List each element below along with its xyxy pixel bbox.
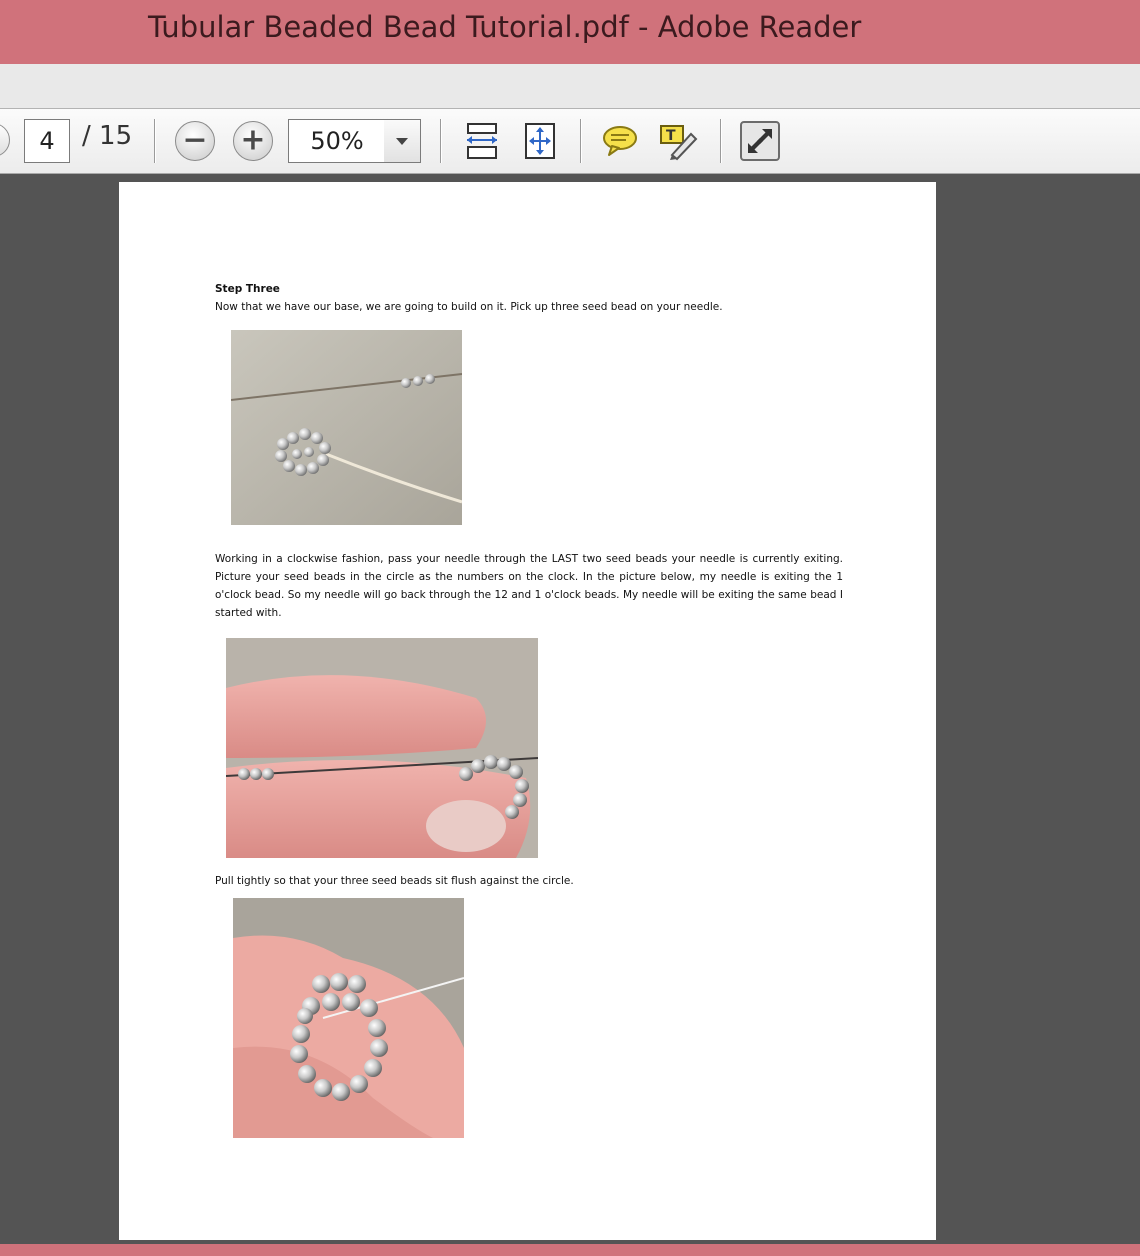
finished-bead-ring-photo — [233, 898, 464, 1138]
comment-icon[interactable] — [600, 121, 640, 161]
previous-page-icon[interactable] — [0, 123, 10, 157]
zoom-in-icon[interactable]: + — [233, 121, 273, 161]
fit-page-icon[interactable] — [520, 121, 560, 161]
toolbar-separator — [440, 119, 442, 163]
toolbar: 4 / 15 − + 50% T — [0, 109, 1140, 174]
highlight-text-icon[interactable]: T — [658, 121, 698, 161]
instruction-paragraph-final: Pull tightly so that your three seed bea… — [215, 875, 574, 887]
page-number-input[interactable]: 4 — [24, 119, 70, 163]
step-three-section: Step Three Now that we have our base, we… — [215, 280, 845, 316]
toolbar-separator — [154, 119, 156, 163]
window-bottom-border — [0, 1244, 1140, 1256]
window-titlebar: Tubular Beaded Bead Tutorial.pdf - Adobe… — [0, 0, 1140, 64]
minus-glyph: − — [182, 122, 208, 158]
zoom-out-icon[interactable]: − — [175, 121, 215, 161]
beads-on-needle-photo — [231, 330, 462, 525]
instruction-paragraph: Working in a clockwise fashion, pass you… — [215, 553, 843, 619]
step-heading: Step Three — [215, 283, 280, 295]
zoom-level-input[interactable]: 50% — [288, 119, 386, 163]
toolbar-separator — [580, 119, 582, 163]
svg-text:T: T — [666, 128, 676, 144]
toolbar-separator — [720, 119, 722, 163]
fingers-holding-beads-photo — [226, 638, 538, 858]
step-instruction: Now that we have our base, we are going … — [215, 301, 723, 313]
menu-bar — [0, 64, 1140, 109]
chevron-down-icon — [396, 138, 408, 145]
fit-width-icon[interactable] — [462, 121, 502, 161]
document-page: Step Three Now that we have our base, we… — [119, 182, 936, 1240]
window-title: Tubular Beaded Bead Tutorial.pdf - Adobe… — [148, 10, 862, 44]
plus-glyph: + — [240, 122, 266, 158]
zoom-dropdown-button[interactable] — [384, 119, 421, 163]
full-screen-icon[interactable] — [740, 121, 780, 161]
page-total-label: / 15 — [82, 121, 133, 151]
